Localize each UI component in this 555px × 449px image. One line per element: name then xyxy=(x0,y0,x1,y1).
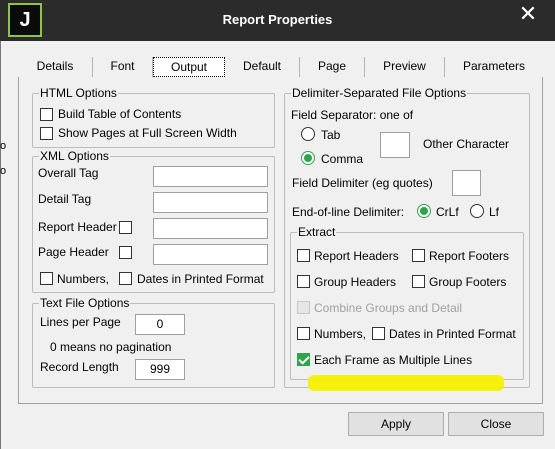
text-file-options-legend: Text File Options xyxy=(39,296,131,310)
lines-per-page-label: Lines per Page xyxy=(40,315,121,329)
xml-numbers-checkbox[interactable] xyxy=(40,272,53,285)
no-pagination-note: 0 means no pagination xyxy=(50,340,172,354)
detail-tag-input[interactable] xyxy=(153,192,268,213)
report-header-label: Report Header xyxy=(38,220,117,234)
tab-details[interactable]: Details xyxy=(18,57,93,77)
record-length-input[interactable]: 999 xyxy=(135,359,185,380)
lf-radio-label: Lf xyxy=(489,205,500,219)
extract-legend: Extract xyxy=(297,225,337,239)
lines-per-page-input[interactable]: 0 xyxy=(135,314,185,335)
report-footers-label: Report Footers xyxy=(429,249,510,263)
record-length-label: Record Length xyxy=(40,360,119,374)
background-text: o xyxy=(0,140,7,152)
eol-delimiter-label: End-of-line Delimiter: xyxy=(292,205,405,219)
tab-font[interactable]: Font xyxy=(93,57,153,77)
build-toc-checkbox[interactable] xyxy=(40,108,53,121)
crlf-radio-label: CrLf xyxy=(436,205,459,219)
tab-parameters[interactable]: Parameters xyxy=(445,57,543,77)
extract-numbers-label: Numbers, xyxy=(314,327,367,341)
lf-radio[interactable] xyxy=(470,204,484,218)
close-window-icon[interactable]: ✕ xyxy=(510,2,546,28)
show-pages-checkbox[interactable] xyxy=(40,127,53,140)
group-footers-label: Group Footers xyxy=(429,275,507,289)
xml-dates-checkbox[interactable] xyxy=(119,272,132,285)
extract-numbers-checkbox[interactable] xyxy=(297,327,310,340)
xml-numbers-label: Numbers, xyxy=(57,272,110,286)
field-delimiter-label: Field Delimiter (eg quotes) xyxy=(292,176,433,190)
report-header-input[interactable] xyxy=(153,218,268,239)
tab-preview[interactable]: Preview xyxy=(365,57,445,77)
html-options-legend: HTML Options xyxy=(39,86,118,100)
comma-radio-label: Comma xyxy=(321,152,364,166)
each-frame-checkbox[interactable] xyxy=(297,353,310,366)
tab-radio-label: Tab xyxy=(321,128,341,142)
page-header-label: Page Header xyxy=(38,245,109,259)
xml-options-legend: XML Options xyxy=(39,149,110,163)
field-separator-label: Field Separator: one of xyxy=(291,108,414,122)
group-headers-checkbox[interactable] xyxy=(297,275,310,288)
tab-page[interactable]: Page xyxy=(300,57,365,77)
xml-dates-label: Dates in Printed Format xyxy=(137,272,264,286)
report-footers-checkbox[interactable] xyxy=(412,249,425,262)
highlighter-mark xyxy=(308,375,504,391)
group-footers-checkbox[interactable] xyxy=(412,275,425,288)
page-header-input[interactable] xyxy=(153,244,268,265)
group-headers-label: Group Headers xyxy=(314,275,397,289)
detail-tag-label: Detail Tag xyxy=(38,192,92,206)
tab-strip: Details Font Output Default Page Preview… xyxy=(18,57,543,77)
other-character-label: Other Character xyxy=(423,137,510,151)
show-pages-label: Show Pages at Full Screen Width xyxy=(58,126,237,140)
field-delimiter-input[interactable] xyxy=(452,170,481,196)
apply-button[interactable]: Apply xyxy=(348,412,444,436)
delimited-options-legend: Delimiter-Separated File Options xyxy=(291,86,468,100)
combine-groups-label: Combine Groups and Detail xyxy=(314,301,463,315)
tab-default[interactable]: Default xyxy=(225,57,300,77)
extract-dates-checkbox[interactable] xyxy=(372,327,385,340)
background-text: o xyxy=(0,165,7,177)
overall-tag-label: Overall Tag xyxy=(38,166,99,180)
report-headers-label: Report Headers xyxy=(314,249,399,263)
combine-groups-checkbox[interactable] xyxy=(297,301,310,314)
tab-output[interactable]: Output xyxy=(153,57,225,77)
window-title: Report Properties xyxy=(222,12,333,27)
extract-dates-label: Dates in Printed Format xyxy=(389,327,516,341)
report-headers-checkbox[interactable] xyxy=(297,249,310,262)
each-frame-label: Each Frame as Multiple Lines xyxy=(314,353,473,367)
report-header-checkbox[interactable] xyxy=(119,221,132,234)
crlf-radio[interactable] xyxy=(417,204,431,218)
page-header-checkbox[interactable] xyxy=(119,246,132,259)
overall-tag-input[interactable] xyxy=(153,166,268,187)
comma-radio[interactable] xyxy=(301,151,315,165)
tab-radio[interactable] xyxy=(301,127,315,141)
other-character-input[interactable] xyxy=(380,132,410,158)
build-toc-label: Build Table of Contents xyxy=(58,107,182,121)
close-button[interactable]: Close xyxy=(448,412,544,436)
